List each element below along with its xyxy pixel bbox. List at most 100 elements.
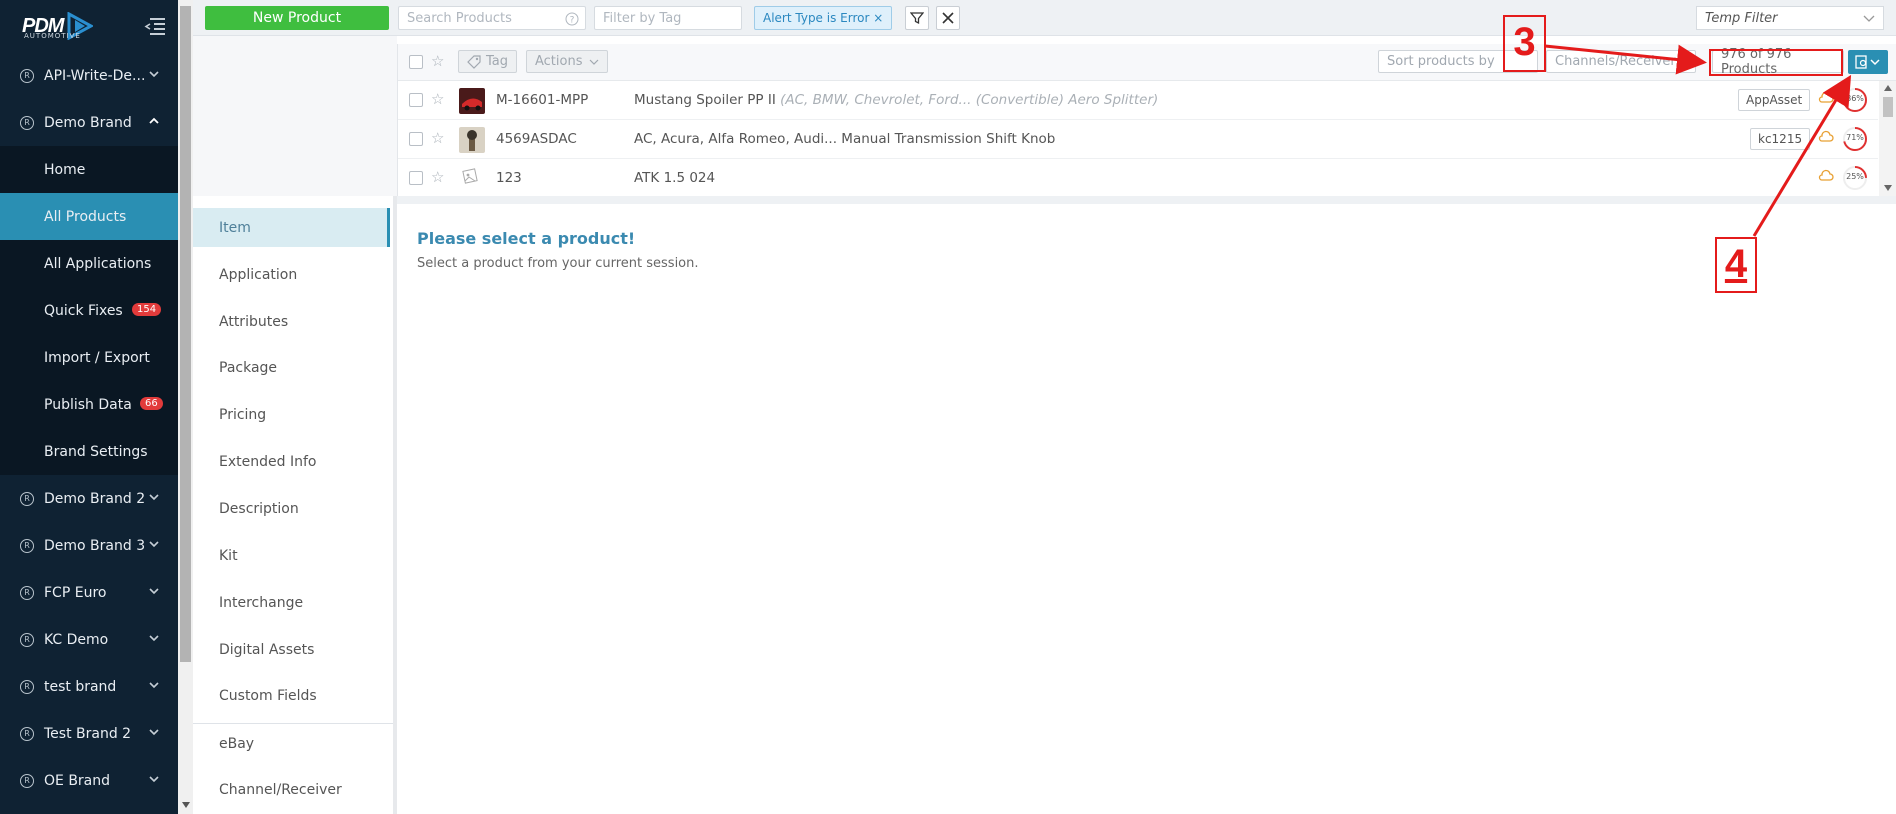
star-icon[interactable]: ☆ — [431, 52, 444, 70]
list-scrollbar[interactable] — [1879, 81, 1896, 196]
tab-item[interactable]: Item — [193, 208, 390, 247]
completion-value: 71% — [1846, 133, 1864, 142]
brand-fcp-euro[interactable]: R FCP Euro — [0, 569, 178, 616]
completion-value: 86% — [1846, 94, 1864, 103]
filter-button[interactable] — [905, 6, 929, 30]
brand-api-write-demo[interactable]: R API-Write-De... — [0, 52, 178, 99]
brand-label: Demo Brand 2 — [44, 490, 146, 507]
collapse-menu-icon[interactable] — [144, 16, 166, 36]
brand-kc-demo[interactable]: R KC Demo — [0, 616, 178, 663]
annotation-highlight-count — [1709, 49, 1843, 76]
scrollbar-thumb[interactable] — [1883, 97, 1893, 117]
tab-custom-fields[interactable]: Custom Fields — [193, 676, 390, 715]
select-all-checkbox[interactable] — [409, 55, 423, 69]
brand-demo-brand-2[interactable]: R Demo Brand 2 — [0, 475, 178, 522]
tab-ebay[interactable]: eBay — [193, 724, 390, 763]
sidebar-item-home[interactable]: Home — [0, 146, 178, 193]
brand-label: Demo Brand 3 — [44, 537, 146, 554]
row-description: AC, Acura, Alfa Romeo, Audi... Manual Tr… — [634, 131, 1056, 147]
brand-test-brand-2[interactable]: R Test Brand 2 — [0, 710, 178, 757]
chevron-down-icon — [149, 71, 159, 78]
completion-value: 25% — [1846, 172, 1864, 181]
tab-description[interactable]: Description — [193, 489, 390, 528]
brand-demo-brand-3[interactable]: R Demo Brand 3 — [0, 522, 178, 569]
brand-test-brand[interactable]: Rtest brand — [0, 663, 178, 710]
sidebar-item-label: Import / Export — [44, 349, 150, 366]
help-icon[interactable]: ? — [565, 12, 579, 26]
chevron-down-icon — [149, 588, 159, 595]
row-sku: 4569ASDAC — [496, 131, 577, 147]
sidebar-item-all-applications[interactable]: All Applications — [0, 240, 178, 287]
row-tag[interactable]: AppAsset — [1738, 89, 1811, 111]
chevron-down-icon — [149, 494, 159, 501]
view-options-button[interactable] — [1848, 50, 1888, 74]
app-root: PDM AUTOMOTIVE R API-Write-De... R Demo … — [0, 0, 1896, 814]
sidebar-item-import-export[interactable]: Import / Export — [0, 334, 178, 381]
scroll-down-icon[interactable] — [182, 802, 190, 808]
table-row[interactable]: ☆ 123 ATK 1.5 024 25% — [398, 159, 1878, 198]
logo-subtext: AUTOMOTIVE — [24, 32, 81, 40]
star-icon[interactable]: ☆ — [431, 129, 444, 147]
tag-icon — [467, 54, 481, 69]
brand-oe-brand[interactable]: R OE Brand — [0, 757, 178, 804]
tab-package[interactable]: Package — [193, 348, 390, 387]
tab-pricing[interactable]: Pricing — [193, 395, 390, 434]
registered-icon: R — [20, 491, 34, 506]
actions-button-label: Actions — [535, 54, 583, 69]
scrollbar-thumb[interactable] — [180, 6, 191, 662]
sidebar-item-label: Publish Data — [44, 396, 132, 413]
temp-filter-select[interactable]: Temp Filter — [1696, 6, 1884, 30]
scroll-down-icon[interactable] — [1884, 185, 1892, 191]
sidebar-item-label: Home — [44, 161, 86, 178]
table-row[interactable]: ☆ M-16601-MPP Mustang Spoiler PP II (AC,… — [398, 81, 1878, 120]
tag-button-label: Tag — [486, 54, 509, 69]
sidebar-item-quick-fixes[interactable]: Quick Fixes 154 — [0, 287, 178, 334]
publish-data-badge: 66 — [140, 397, 163, 410]
view-search-icon — [1855, 55, 1880, 69]
star-icon[interactable]: ☆ — [431, 90, 444, 108]
panel-divider — [193, 196, 1896, 204]
tag-button[interactable]: Tag — [458, 50, 518, 73]
row-sku: 123 — [496, 170, 522, 186]
list-left-spacer — [193, 36, 397, 196]
empty-state-title: Please select a product! — [417, 229, 636, 248]
alert-type-filter-chip[interactable]: Alert Type is Error × — [754, 6, 893, 30]
table-row[interactable]: ☆ 4569ASDAC AC, Acura, Alfa Romeo, Audi.… — [398, 120, 1878, 159]
chevron-down-icon — [1863, 15, 1875, 22]
tab-digital-assets[interactable]: Digital Assets — [193, 630, 390, 669]
sidebar-item-brand-settings[interactable]: Brand Settings — [0, 428, 178, 475]
filter-icon — [910, 12, 924, 25]
row-tag[interactable]: kc1215 — [1750, 128, 1811, 150]
product-thumbnail — [459, 88, 485, 114]
quick-fixes-badge: 154 — [132, 303, 162, 316]
nav-scrollbar[interactable] — [393, 196, 397, 814]
tab-channel-receiver[interactable]: Channel/Receiver — [193, 770, 390, 809]
channels-receivers-select[interactable]: Channels/Receivers — [1546, 50, 1696, 73]
tab-attributes[interactable]: Attributes — [193, 302, 390, 341]
sidebar-scrollbar[interactable] — [178, 0, 193, 814]
registered-icon: R — [20, 632, 34, 647]
search-products-input[interactable]: Search Products ? — [398, 6, 586, 30]
tab-extended-info[interactable]: Extended Info — [193, 442, 390, 481]
sidebar-item-publish-data[interactable]: Publish Data 66 — [0, 381, 178, 428]
sort-label: Sort products by — [1387, 54, 1495, 69]
row-checkbox[interactable] — [409, 93, 423, 107]
chevron-up-icon — [149, 117, 159, 124]
tag-placeholder: Filter by Tag — [603, 10, 682, 26]
tab-kit[interactable]: Kit — [193, 536, 390, 575]
clear-filter-button[interactable] — [936, 6, 960, 30]
star-icon[interactable]: ☆ — [431, 168, 444, 186]
row-checkbox[interactable] — [409, 171, 423, 185]
brand-demo-brand[interactable]: R Demo Brand — [0, 99, 178, 146]
filter-by-tag-input[interactable]: Filter by Tag — [594, 6, 742, 30]
registered-icon: R — [20, 773, 34, 788]
actions-button[interactable]: Actions — [526, 50, 608, 73]
sidebar-item-all-products[interactable]: All Products — [0, 193, 178, 240]
tab-interchange[interactable]: Interchange — [193, 583, 390, 622]
scroll-up-icon[interactable] — [1884, 85, 1892, 91]
tab-application[interactable]: Application — [193, 255, 390, 294]
new-product-button[interactable]: New Product — [205, 6, 389, 30]
logo[interactable]: PDM AUTOMOTIVE — [0, 0, 178, 52]
row-checkbox[interactable] — [409, 132, 423, 146]
row-description-main: Mustang Spoiler PP II — [634, 92, 776, 108]
